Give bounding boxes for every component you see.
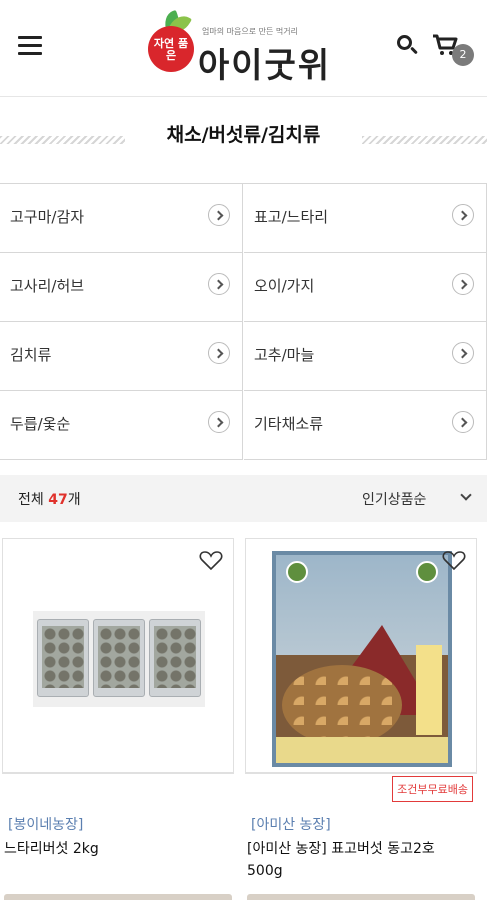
category-label: 고사리/허브 [10, 277, 85, 295]
category-item[interactable]: 두릅/옻순 [0, 391, 243, 460]
product-farm[interactable]: [아미산 농장] [251, 814, 331, 834]
cart-button[interactable]: 2 [432, 34, 476, 68]
category-item[interactable]: 고구마/감자 [0, 184, 243, 253]
category-label: 표고/느타리 [254, 208, 329, 226]
total-suffix: 개 [67, 492, 81, 508]
next-product-image-edge [247, 894, 475, 900]
title-decoration-right [362, 136, 487, 144]
logo-name: 아이굿위 [198, 46, 332, 86]
chevron-down-icon [460, 489, 472, 501]
category-item[interactable]: 기타채소류 [244, 391, 487, 460]
total-count-number: 47 [48, 492, 68, 508]
category-label: 김치류 [10, 346, 52, 364]
category-item[interactable]: 김치류 [0, 322, 243, 391]
next-product-image-edge [4, 894, 232, 900]
title-area: 채소/버섯류/김치류 [0, 100, 487, 178]
product-image[interactable] [2, 538, 234, 773]
logo[interactable]: 자연 품은 엄마의 마음으로 만든 먹거리 아이굿위 [148, 9, 344, 86]
product-name[interactable]: 느타리버섯 2kg [4, 838, 230, 860]
category-label: 고구마/감자 [10, 208, 85, 226]
category-grid: 고구마/감자 표고/느타리 고사리/허브 오이/가지 김치류 고추/마늘 두릅/… [0, 183, 487, 461]
oyster-mushroom-photo [33, 611, 205, 707]
seal-icon [416, 561, 438, 583]
category-item[interactable]: 오이/가지 [244, 253, 487, 322]
product-farm[interactable]: [봉이네농장] [8, 814, 83, 834]
listing-toolbar: 전체 47개 인기상품순 [0, 475, 487, 522]
category-item[interactable]: 표고/느타리 [244, 184, 487, 253]
logo-tagline: 엄마의 마음으로 만든 먹거리 [202, 27, 298, 36]
sort-selected-value: 인기상품순 [362, 492, 427, 508]
total-count: 전체 47개 [18, 489, 81, 509]
cart-count-badge: 2 [452, 44, 474, 66]
chevron-right-icon [452, 273, 474, 295]
logo-badge-text: 자연 품은 [153, 37, 189, 62]
chevron-right-icon [452, 204, 474, 226]
chevron-right-icon [208, 342, 230, 364]
hamburger-menu-icon[interactable] [18, 36, 42, 56]
free-shipping-badge: 조건부무료배송 [392, 776, 473, 802]
chevron-right-icon [452, 342, 474, 364]
chevron-right-icon [208, 273, 230, 295]
header-divider [0, 96, 487, 97]
shiitake-box-photo [272, 551, 452, 767]
product-card[interactable]: [봉이네농장] 느타리버섯 2kg [2, 538, 234, 900]
chevron-right-icon [208, 411, 230, 433]
product-name[interactable]: [아미산 농장] 표고버섯 동고2호 500g [247, 838, 473, 882]
sort-select[interactable]: 인기상품순 [362, 489, 474, 509]
seal-icon [286, 561, 308, 583]
product-divider [2, 773, 234, 774]
product-image[interactable] [245, 538, 477, 773]
category-item[interactable]: 고추/마늘 [244, 322, 487, 391]
category-label: 고추/마늘 [254, 346, 315, 364]
category-item[interactable]: 고사리/허브 [0, 253, 243, 322]
category-label: 두릅/옻순 [10, 415, 71, 433]
total-prefix: 전체 [18, 492, 44, 508]
header: 자연 품은 엄마의 마음으로 만든 먹거리 아이굿위 2 [0, 0, 487, 96]
heart-icon[interactable] [199, 549, 223, 571]
category-label: 오이/가지 [254, 277, 315, 295]
product-divider [245, 773, 477, 774]
search-icon[interactable] [396, 34, 420, 58]
chevron-right-icon [208, 204, 230, 226]
chevron-right-icon [452, 411, 474, 433]
category-label: 기타채소류 [254, 415, 324, 433]
product-card[interactable]: 조건부무료배송 [아미산 농장] [아미산 농장] 표고버섯 동고2호 500g [245, 538, 477, 900]
heart-icon[interactable] [442, 549, 466, 571]
